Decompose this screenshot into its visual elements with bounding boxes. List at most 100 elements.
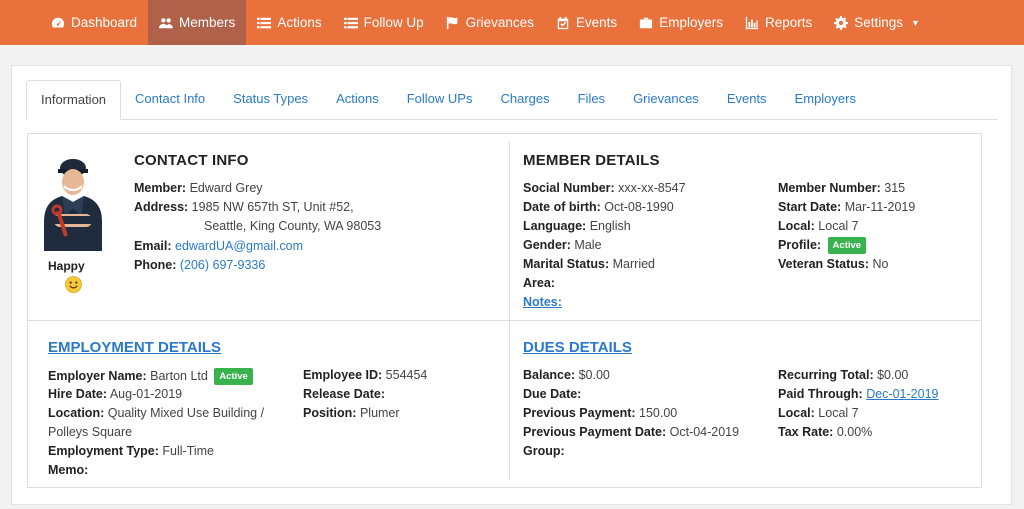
recurring-total-value: $0.00 bbox=[877, 368, 909, 382]
release-date-label: Release Date: bbox=[303, 387, 385, 401]
tab-status-types[interactable]: Status Types bbox=[219, 80, 322, 119]
start-date-label: Start Date: bbox=[778, 200, 842, 214]
caret-down-icon: ▼ bbox=[911, 17, 920, 28]
email-row: Email: edwardUA@gmail.com bbox=[134, 239, 303, 253]
paid-through-link[interactable]: Dec-01-2019 bbox=[866, 387, 938, 401]
tax-rate-label: Tax Rate: bbox=[778, 425, 834, 439]
tab-files[interactable]: Files bbox=[564, 80, 619, 119]
recurring-total-row: Recurring Total: $0.00 bbox=[778, 368, 908, 382]
memo-row: Memo: bbox=[48, 463, 88, 477]
veteran-label: Veteran Status: bbox=[778, 257, 870, 271]
gender-row: Gender: Male bbox=[523, 238, 602, 252]
member-name-row: Member: Edward Grey bbox=[134, 181, 263, 195]
member-number-value: 315 bbox=[884, 181, 906, 195]
flag-icon bbox=[446, 16, 457, 29]
tab-actions[interactable]: Actions bbox=[322, 80, 393, 119]
paid-through-label: Paid Through: bbox=[778, 387, 863, 401]
veteran-value: No bbox=[872, 257, 889, 271]
employer-row: Employer Name: Barton Ltd Active bbox=[48, 368, 253, 385]
nav-dashboard-label: Dashboard bbox=[71, 15, 138, 30]
nav-settings-label: Settings bbox=[854, 15, 904, 30]
due-date-row: Due Date: bbox=[523, 387, 581, 401]
nav-reports[interactable]: Reports bbox=[734, 0, 823, 45]
dob-label: Date of birth: bbox=[523, 200, 601, 214]
employer-label: Employer Name: bbox=[48, 368, 147, 383]
nav-reports-label: Reports bbox=[764, 15, 813, 30]
employment-type-value: Full-Time bbox=[162, 444, 215, 458]
dues-details-link[interactable]: DUES DETAILS bbox=[523, 339, 632, 356]
position-value: Plumer bbox=[359, 406, 400, 420]
member-details-title: MEMBER DETAILS bbox=[523, 152, 660, 169]
dues-local-value: Local 7 bbox=[818, 406, 859, 420]
language-row: Language: English bbox=[523, 219, 631, 233]
marital-value: Married bbox=[612, 257, 655, 271]
tab-contact-info[interactable]: Contact Info bbox=[121, 80, 219, 119]
marital-row: Marital Status: Married bbox=[523, 257, 655, 271]
employer-status-badge: Active bbox=[214, 368, 253, 385]
mood-label: Happy bbox=[48, 259, 85, 273]
column-divider bbox=[509, 142, 510, 480]
tab-events[interactable]: Events bbox=[713, 80, 781, 119]
email-label: Email: bbox=[134, 239, 172, 253]
nav-follow-up[interactable]: Follow Up bbox=[333, 0, 435, 45]
language-value: English bbox=[589, 219, 631, 233]
profile-row: Profile: Active bbox=[778, 237, 867, 254]
bar-chart-icon bbox=[745, 16, 759, 29]
ssn-value: xxx-xx-8547 bbox=[618, 181, 686, 195]
information-panel: Happy CONTACT INFO Member: Edward Grey A… bbox=[27, 133, 982, 488]
local-label: Local: bbox=[778, 219, 815, 233]
location-line2: Polleys Square bbox=[48, 425, 133, 439]
gender-value: Male bbox=[574, 238, 602, 252]
nav-dashboard[interactable]: Dashboard bbox=[40, 0, 148, 45]
tab-grievances[interactable]: Grievances bbox=[619, 80, 713, 119]
employer-value: Barton Ltd bbox=[150, 368, 208, 383]
balance-row: Balance: $0.00 bbox=[523, 368, 610, 382]
notes-link[interactable]: Notes: bbox=[523, 295, 562, 309]
address-line1: 1985 NW 657th ST, Unit #52, bbox=[191, 200, 354, 214]
tab-employers[interactable]: Employers bbox=[781, 80, 870, 119]
previous-payment-date-value: Oct-04-2019 bbox=[669, 425, 740, 439]
veteran-row: Veteran Status: No bbox=[778, 257, 888, 271]
nav-employers[interactable]: Employers bbox=[628, 0, 734, 45]
profile-label: Profile: bbox=[778, 237, 822, 252]
phone-row: Phone: (206) 697-9336 bbox=[134, 258, 265, 272]
employment-details-link[interactable]: EMPLOYMENT DETAILS bbox=[48, 339, 221, 356]
language-label: Language: bbox=[523, 219, 587, 233]
hire-date-value: Aug-01-2019 bbox=[109, 387, 183, 401]
tab-charges[interactable]: Charges bbox=[486, 80, 563, 119]
phone-link[interactable]: (206) 697-9336 bbox=[180, 258, 265, 272]
release-date-row: Release Date: bbox=[303, 387, 385, 401]
nav-actions[interactable]: Actions bbox=[246, 0, 332, 45]
nav-settings[interactable]: Settings ▼ bbox=[823, 0, 931, 45]
nav-members[interactable]: Members bbox=[148, 0, 247, 45]
local-row: Local: Local 7 bbox=[778, 219, 859, 233]
nav-members-label: Members bbox=[179, 15, 236, 30]
member-name-label: Member: bbox=[134, 181, 187, 195]
location-row: Location: Quality Mixed Use Building / bbox=[48, 406, 264, 420]
paid-through-row: Paid Through: Dec-01-2019 bbox=[778, 387, 938, 401]
list-icon bbox=[257, 17, 272, 28]
phone-label: Phone: bbox=[134, 258, 177, 272]
email-link[interactable]: edwardUA@gmail.com bbox=[175, 239, 303, 253]
member-name-value: Edward Grey bbox=[189, 181, 263, 195]
gear-icon bbox=[834, 15, 849, 30]
nav-events[interactable]: Events bbox=[545, 0, 628, 45]
dashboard-icon bbox=[51, 17, 65, 28]
local-value: Local 7 bbox=[818, 219, 859, 233]
tab-information[interactable]: Information bbox=[26, 80, 122, 120]
list-icon bbox=[343, 17, 358, 28]
hire-date-row: Hire Date: Aug-01-2019 bbox=[48, 387, 182, 401]
contact-info-title: CONTACT INFO bbox=[134, 152, 249, 169]
balance-value: $0.00 bbox=[578, 368, 610, 382]
employee-id-value: 554454 bbox=[385, 368, 428, 382]
nav-grievances[interactable]: Grievances bbox=[435, 0, 545, 45]
previous-payment-value: 150.00 bbox=[639, 406, 678, 420]
balance-label: Balance: bbox=[523, 368, 576, 382]
employment-type-label: Employment Type: bbox=[48, 444, 159, 458]
location-line1: Quality Mixed Use Building / bbox=[107, 406, 265, 420]
calendar-check-icon bbox=[557, 16, 569, 29]
members-icon bbox=[159, 17, 174, 28]
dues-local-label: Local: bbox=[778, 406, 815, 420]
position-label: Position: bbox=[303, 406, 357, 420]
tab-follow-ups[interactable]: Follow UPs bbox=[393, 80, 487, 119]
